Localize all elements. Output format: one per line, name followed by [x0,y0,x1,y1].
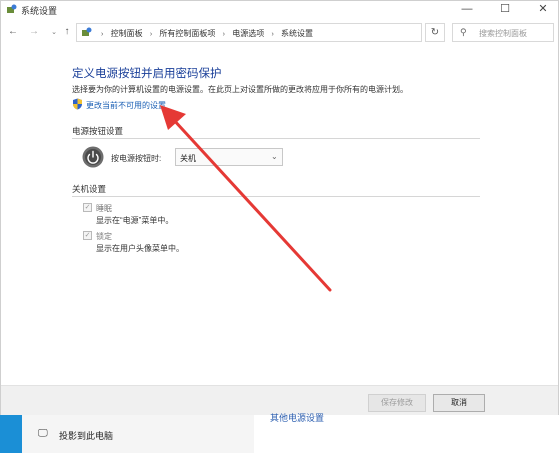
window-title: 系统设置 [21,6,58,16]
search-icon: ⚲ [460,27,467,37]
breadcrumb-item[interactable]: 电源选项 [232,29,264,38]
sleep-description: 显示在“电源”菜单中。 [96,216,174,225]
control-panel-icon [82,27,92,36]
breadcrumb-separator-icon: › [101,31,104,38]
close-button[interactable]: ✕ [529,1,557,18]
search-input[interactable]: ⚲ 搜索控制面板 [452,23,554,42]
project-to-this-pc-item[interactable]: 投影到此电脑 [59,429,113,442]
page-title: 定义电源按钮并启用密码保护 [72,68,222,80]
forward-arrow-icon[interactable]: → [28,26,40,37]
background-accent-strip [0,415,22,453]
sleep-checkbox[interactable]: ✓ [83,203,92,212]
lock-description: 显示在用户头像菜单中。 [96,244,184,253]
up-arrow-icon[interactable]: ↑ [61,26,73,37]
title-bar: 系统设置 — ☐ ✕ [1,1,558,18]
power-button-settings-header: 电源按钮设置 [72,126,124,136]
breadcrumb-item[interactable]: 所有控制面板项 [159,29,215,38]
select-value: 关机 [180,154,196,163]
uac-shield-icon [73,98,82,110]
sleep-checkbox-label: 睡眠 [96,204,112,213]
search-placeholder: 搜索控制面板 [479,29,527,38]
background-power-settings-link[interactable]: 其他电源设置 [270,411,324,424]
navigation-row: ← → ⌄ ↑ › 控制面板 › 所有控制面板项 › 电源选项 › 系统设置 ⌄… [1,23,558,43]
back-arrow-icon[interactable]: ← [7,26,19,37]
minimize-button[interactable]: — [453,1,481,18]
recent-locations-chevron-icon[interactable]: ⌄ [48,28,60,36]
power-options-icon [7,4,17,13]
system-settings-window: 系统设置 — ☐ ✕ ← → ⌄ ↑ › 控制面板 › 所有控制面板项 › 电源… [0,0,559,415]
divider [72,138,480,139]
divider [72,196,480,197]
power-button-icon [82,146,104,168]
breadcrumb-separator-icon: › [149,31,153,38]
breadcrumb-item[interactable]: 控制面板 [111,29,143,38]
breadcrumb-separator-icon: › [222,31,225,38]
chevron-down-icon: ⌄ [271,152,278,161]
save-changes-button[interactable]: 保存修改 [368,394,426,412]
page-description: 选择要为你的计算机设置的电源设置。在此页上对设置所做的更改将应用于你所有的电源计… [72,85,408,94]
breadcrumb-item[interactable]: 系统设置 [281,29,313,38]
refresh-button[interactable]: ↻ [425,23,445,42]
maximize-button[interactable]: ☐ [491,1,519,18]
change-unavailable-settings-link[interactable]: 更改当前不可用的设置 [86,100,166,111]
power-button-action-label: 按电源按钮时: [111,154,162,163]
shutdown-settings-header: 关机设置 [72,184,107,194]
projector-icon: 🖵 [38,428,48,439]
breadcrumb: › 控制面板 › 所有控制面板项 › 电源选项 › 系统设置 [96,28,313,39]
lock-checkbox[interactable]: ✓ [83,231,92,240]
breadcrumb-separator-icon: › [271,31,274,38]
address-bar[interactable]: › 控制面板 › 所有控制面板项 › 电源选项 › 系统设置 ⌄ [76,23,487,42]
lock-checkbox-label: 锁定 [96,232,112,241]
cancel-button[interactable]: 取消 [433,394,485,412]
power-button-action-select[interactable]: 关机 ⌄ [175,148,283,166]
